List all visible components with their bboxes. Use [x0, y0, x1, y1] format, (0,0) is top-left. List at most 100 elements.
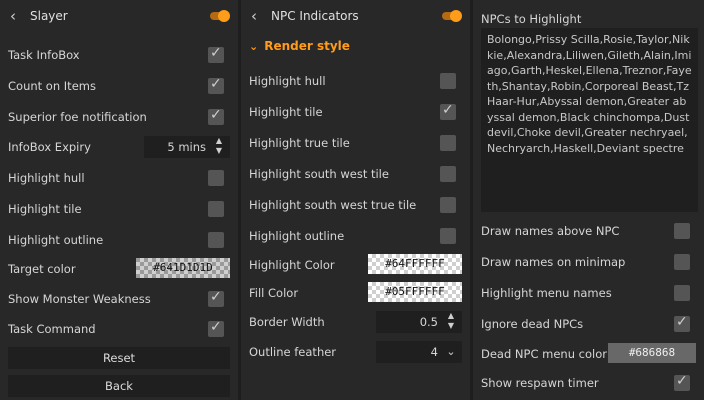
- slayer-plugin-toggle[interactable]: [210, 10, 230, 22]
- row-infobox-expiry: InfoBox Expiry 5 mins ▲ ▼: [0, 134, 238, 160]
- spinner-arrows-icon[interactable]: ▲ ▼: [213, 136, 225, 158]
- highlight-outline-checkbox[interactable]: [208, 232, 224, 248]
- row-ignore-dead-npcs: Ignore dead NPCs: [473, 311, 704, 337]
- highlight-true-tile-checkbox[interactable]: [440, 135, 456, 151]
- highlight-sw-tile-label: Highlight south west tile: [249, 167, 389, 181]
- row-highlight-color: Highlight Color #64FFFFFF: [241, 252, 470, 278]
- highlight-hull-label: Highlight hull: [249, 74, 326, 88]
- npcs-to-highlight-textarea[interactable]: Bolongo,Prissy Scilla,Rosie,Taylor,Nikki…: [481, 28, 698, 212]
- row-highlight-hull: Highlight hull: [241, 68, 470, 94]
- outline-feather-spinner[interactable]: 4 ⌄: [376, 341, 462, 363]
- monster-weakness-checkbox[interactable]: [208, 289, 224, 307]
- highlight-color-label: Highlight Color: [249, 258, 335, 272]
- ignore-dead-npcs-label: Ignore dead NPCs: [481, 317, 584, 331]
- chevron-left-icon[interactable]: ‹: [251, 8, 257, 24]
- fill-color-swatch[interactable]: #05FFFFFF: [368, 282, 462, 302]
- row-count-on-items: Count on Items: [0, 73, 238, 99]
- npc-indicators-panel: ‹ NPC Indicators ⌄ Render style Highlight…: [241, 0, 470, 400]
- infobox-expiry-spinner[interactable]: 5 mins ▲ ▼: [144, 136, 230, 158]
- row-show-respawn-timer: Show respawn timer: [473, 370, 704, 396]
- task-command-checkbox[interactable]: [208, 319, 224, 337]
- slayer-config-panel: ‹ Slayer Task InfoBox Count on Items Sup…: [0, 0, 238, 400]
- dead-npc-menu-color-swatch[interactable]: #686868: [608, 343, 696, 363]
- npc-indicators-title: NPC Indicators: [271, 9, 359, 23]
- row-dead-npc-menu-color: Dead NPC menu color #686868: [473, 341, 704, 367]
- draw-names-above-checkbox[interactable]: [674, 223, 690, 239]
- highlight-true-tile-label: Highlight true tile: [249, 136, 350, 150]
- chevron-down-icon[interactable]: ⌄: [445, 341, 457, 363]
- npc-indicators-plugin-toggle[interactable]: [442, 10, 462, 22]
- slayer-title-bar: ‹ Slayer: [0, 4, 238, 28]
- highlight-sw-tile-checkbox[interactable]: [440, 166, 456, 182]
- row-outline-feather: Outline feather 4 ⌄: [241, 339, 470, 365]
- row-highlight-tile: Highlight tile: [0, 196, 238, 222]
- row-highlight-menu-names: Highlight menu names: [473, 280, 704, 306]
- spinner-arrows-icon[interactable]: ▲ ▼: [445, 311, 457, 333]
- highlight-outline-label: Highlight outline: [249, 229, 345, 243]
- row-border-width: Border Width 0.5 ▲ ▼: [241, 309, 470, 335]
- row-superior-foe: Superior foe notification: [0, 104, 238, 130]
- row-task-command: Task Command: [0, 316, 238, 342]
- highlight-hull-checkbox[interactable]: [208, 170, 224, 186]
- row-target-color: Target color #641D1D1D: [0, 256, 238, 282]
- draw-names-minimap-checkbox[interactable]: [674, 254, 690, 270]
- highlight-tile-checkbox[interactable]: [208, 201, 224, 217]
- monster-weakness-label: Show Monster Weakness: [8, 292, 151, 306]
- ignore-dead-npcs-checkbox[interactable]: [674, 314, 690, 332]
- outline-feather-label: Outline feather: [249, 345, 337, 359]
- superior-foe-checkbox[interactable]: [208, 107, 224, 125]
- chevron-down-icon: ⌄: [249, 40, 259, 53]
- npcs-to-highlight-label: NPCs to Highlight: [481, 12, 582, 26]
- row-task-infobox: Task InfoBox: [0, 42, 238, 68]
- row-highlight-hull: Highlight hull: [0, 165, 238, 191]
- task-command-label: Task Command: [8, 322, 96, 336]
- superior-foe-label: Superior foe notification: [8, 110, 147, 124]
- row-highlight-tile: Highlight tile: [241, 99, 470, 125]
- row-draw-names-above: Draw names above NPC: [473, 218, 704, 244]
- highlight-color-swatch[interactable]: #64FFFFFF: [368, 254, 462, 274]
- show-respawn-timer-label: Show respawn timer: [481, 376, 599, 390]
- render-style-section-header[interactable]: ⌄ Render style: [249, 39, 350, 59]
- infobox-expiry-label: InfoBox Expiry: [8, 140, 91, 154]
- reset-button[interactable]: Reset: [8, 347, 230, 369]
- draw-names-minimap-label: Draw names on minimap: [481, 255, 626, 269]
- row-fill-color: Fill Color #05FFFFFF: [241, 280, 470, 306]
- task-infobox-label: Task InfoBox: [8, 48, 80, 62]
- highlight-outline-checkbox[interactable]: [440, 228, 456, 244]
- row-highlight-outline: Highlight outline: [0, 227, 238, 253]
- highlight-tile-checkbox[interactable]: [440, 102, 456, 120]
- highlight-hull-label: Highlight hull: [8, 171, 85, 185]
- border-width-spinner[interactable]: 0.5 ▲ ▼: [376, 311, 462, 333]
- fill-color-label: Fill Color: [249, 286, 299, 300]
- npc-indicators-title-bar: ‹ NPC Indicators: [241, 4, 470, 28]
- show-respawn-timer-checkbox[interactable]: [674, 373, 690, 391]
- row-monster-weakness: Show Monster Weakness: [0, 286, 238, 312]
- outline-feather-value: 4: [430, 345, 438, 359]
- row-highlight-sw-tile: Highlight south west tile: [241, 161, 470, 187]
- row-draw-names-minimap: Draw names on minimap: [473, 249, 704, 275]
- target-color-swatch[interactable]: #641D1D1D: [136, 258, 230, 278]
- highlight-menu-names-checkbox[interactable]: [674, 285, 690, 301]
- dead-npc-menu-color-label: Dead NPC menu color: [481, 347, 607, 361]
- target-color-label: Target color: [8, 262, 76, 276]
- back-button[interactable]: Back: [8, 375, 230, 397]
- slayer-title: Slayer: [30, 9, 68, 23]
- highlight-sw-true-tile-label: Highlight south west true tile: [249, 198, 417, 212]
- npc-list-panel: NPCs to Highlight Bolongo,Prissy Scilla,…: [473, 0, 704, 400]
- row-highlight-outline: Highlight outline: [241, 223, 470, 249]
- draw-names-above-label: Draw names above NPC: [481, 224, 620, 238]
- row-highlight-sw-true-tile: Highlight south west true tile: [241, 192, 470, 218]
- task-infobox-checkbox[interactable]: [208, 45, 224, 63]
- border-width-value: 0.5: [419, 315, 438, 329]
- chevron-left-icon[interactable]: ‹: [10, 8, 16, 24]
- highlight-sw-true-tile-checkbox[interactable]: [440, 197, 456, 213]
- infobox-expiry-value: 5 mins: [167, 140, 206, 154]
- row-highlight-true-tile: Highlight true tile: [241, 130, 470, 156]
- count-on-items-checkbox[interactable]: [208, 76, 224, 94]
- highlight-hull-checkbox[interactable]: [440, 73, 456, 89]
- count-on-items-label: Count on Items: [8, 79, 96, 93]
- highlight-tile-label: Highlight tile: [8, 202, 82, 216]
- border-width-label: Border Width: [249, 315, 325, 329]
- render-style-label: Render style: [264, 39, 350, 53]
- highlight-menu-names-label: Highlight menu names: [481, 286, 612, 300]
